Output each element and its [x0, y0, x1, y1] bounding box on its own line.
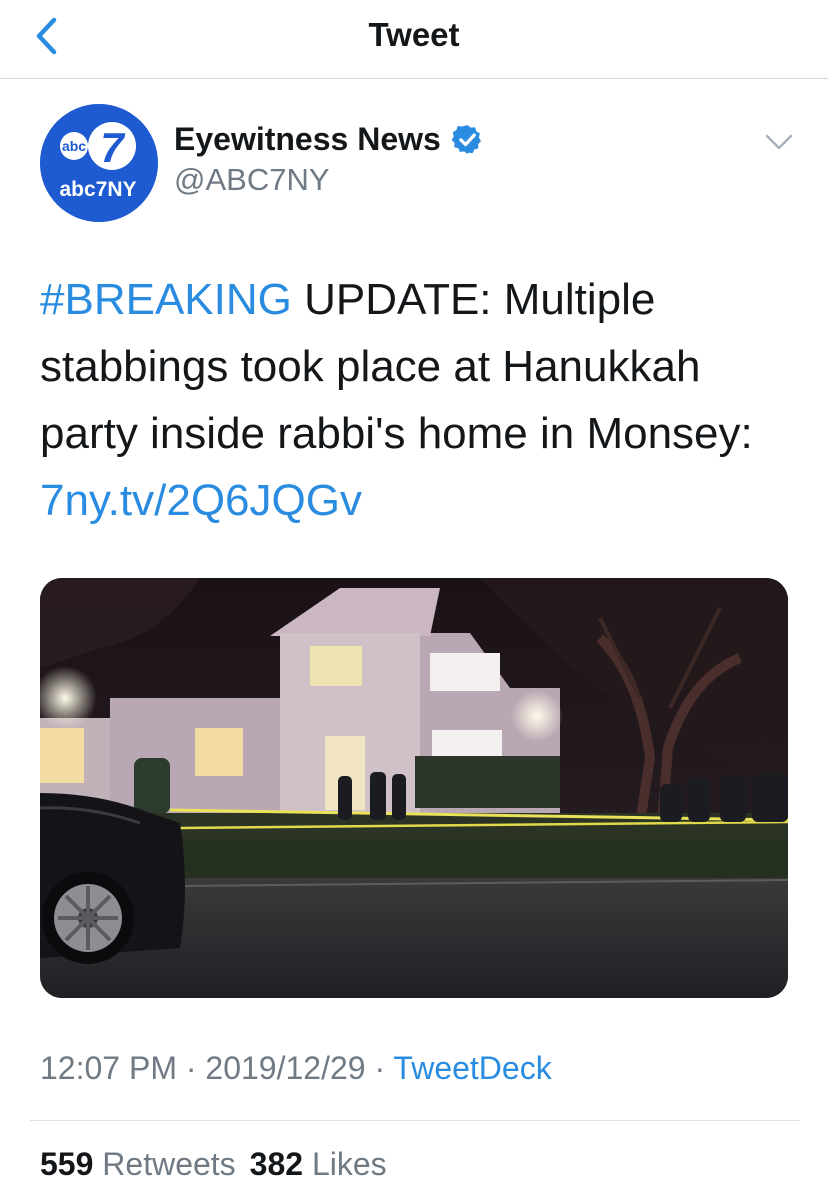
tweet-source-link[interactable]: TweetDeck	[393, 1050, 551, 1086]
tweet-line-3: party inside rabbi's home in Monsey:	[40, 409, 753, 458]
meta-separator: ·	[176, 1050, 206, 1086]
logo-text: abc7NY	[59, 178, 136, 201]
tweet-time: 12:07 PM	[40, 1050, 177, 1086]
logo-numeral: 7	[100, 124, 125, 171]
crime-scene-photo	[40, 578, 788, 998]
tweet-link[interactable]: 7ny.tv/2Q6JQGv	[40, 467, 800, 534]
likes-label: Likes	[311, 1146, 387, 1182]
likes-stat[interactable]: 382 Likes	[250, 1146, 387, 1182]
tweet-text-part: UPDATE: Multiple	[291, 275, 656, 324]
meta-separator: ·	[365, 1050, 394, 1086]
verified-badge-icon	[451, 124, 481, 154]
page-title: Tweet	[368, 16, 460, 53]
author-handle[interactable]: @ABC7NY	[174, 162, 330, 198]
chevron-down-icon[interactable]	[762, 128, 796, 156]
retweets-label: Retweets	[102, 1146, 236, 1182]
author-name[interactable]: Eyewitness News	[174, 121, 441, 158]
divider	[30, 1120, 800, 1121]
logo-abc: abc	[62, 138, 86, 154]
tweet-line-2: stabbings took place at Hanukkah	[40, 342, 701, 391]
tweet-line-1: #BREAKING UPDATE: Multiple	[40, 266, 800, 333]
top-bar: Tweet	[0, 0, 828, 79]
tweet-date: 2019/12/29	[205, 1050, 366, 1086]
retweets-stat[interactable]: 559 Retweets	[40, 1146, 236, 1182]
tweet-meta: 12:07 PM · 2019/12/29 · TweetDeck	[40, 1050, 552, 1087]
tweet-media-image[interactable]	[40, 578, 788, 998]
retweets-count: 559	[40, 1146, 94, 1182]
tweet-stats: 559 Retweets 382 Likes	[40, 1146, 401, 1183]
avatar[interactable]: 7 abc abc7NY	[40, 104, 158, 222]
hashtag-link[interactable]: #BREAKING	[40, 275, 292, 324]
author-name-row: Eyewitness News	[174, 117, 484, 161]
likes-count: 382	[249, 1146, 304, 1182]
tweet-text: #BREAKING UPDATE: Multiple stabbings too…	[40, 266, 800, 534]
